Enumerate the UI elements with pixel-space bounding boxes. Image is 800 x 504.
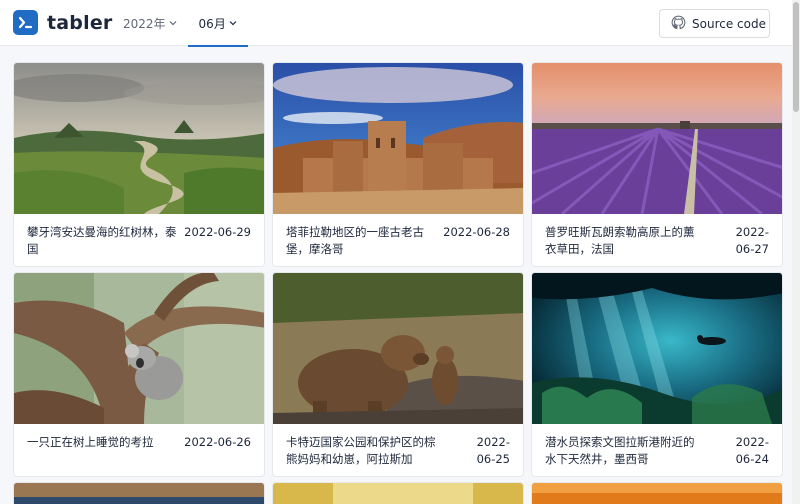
card-image[interactable] [532,483,782,504]
card-image[interactable] [532,63,782,214]
card-date: 2022-06-25 [476,435,510,466]
year-dropdown[interactable]: 2022年 [112,0,188,46]
image-card[interactable] [531,482,783,504]
date-nav: 2022年 06月 [112,0,249,47]
card-image[interactable] [14,483,264,504]
image-card[interactable]: 一只正在树上睡觉的考拉 2022-06-26 [13,272,265,477]
card-image[interactable] [273,483,523,504]
scrollbar-thumb[interactable] [793,2,799,112]
year-label: 2022年 [123,16,166,31]
card-image[interactable] [532,273,782,424]
chevron-down-icon [229,19,237,28]
image-card[interactable] [272,482,524,504]
card-title[interactable]: 潜水员探索文图拉斯港附近的水下天然井，墨西哥 [545,434,695,468]
card-date: 2022-06-26 [184,435,251,449]
card-image[interactable] [273,63,523,214]
page-scrollbar[interactable] [792,0,800,504]
card-date: 2022-06-27 [735,225,769,256]
month-label: 06月 [198,16,226,31]
github-icon [671,15,686,33]
brand[interactable]: tabler [13,10,112,35]
chevron-down-icon [169,19,177,28]
image-card[interactable]: 攀牙湾安达曼海的红树林，泰国 2022-06-29 [13,62,265,267]
image-card[interactable] [13,482,265,504]
image-card[interactable]: 潜水员探索文图拉斯港附近的水下天然井，墨西哥 2022-06-24 [531,272,783,477]
source-code-label: Source code [692,16,766,31]
card-image[interactable] [14,63,264,214]
card-date: 2022-06-28 [443,225,510,239]
image-card[interactable]: 塔菲拉勒地区的一座古老古堡，摩洛哥 2022-06-28 [272,62,524,267]
top-navbar: tabler 2022年 06月 Source code [0,0,800,47]
image-card[interactable]: 卡特迈国家公园和保护区的棕熊妈妈和幼崽，阿拉斯加 2022-06-25 [272,272,524,477]
card-date: 2022-06-29 [184,225,251,239]
tabler-logo-icon [13,10,38,35]
card-title[interactable]: 攀牙湾安达曼海的红树林，泰国 [27,224,177,258]
brand-name: tabler [47,11,113,34]
card-image[interactable] [273,273,523,424]
card-title[interactable]: 卡特迈国家公园和保护区的棕熊妈妈和幼崽，阿拉斯加 [286,434,436,468]
source-code-button[interactable]: Source code [659,9,770,38]
image-card[interactable]: 普罗旺斯瓦朗索勒高原上的薰衣草田，法国 2022-06-27 [531,62,783,267]
card-date: 2022-06-24 [735,435,769,466]
card-title[interactable]: 塔菲拉勒地区的一座古老古堡，摩洛哥 [286,224,436,258]
month-dropdown[interactable]: 06月 [187,0,249,47]
card-title[interactable]: 一只正在树上睡觉的考拉 [27,434,177,451]
card-image[interactable] [14,273,264,424]
card-title[interactable]: 普罗旺斯瓦朗索勒高原上的薰衣草田，法国 [545,224,695,258]
